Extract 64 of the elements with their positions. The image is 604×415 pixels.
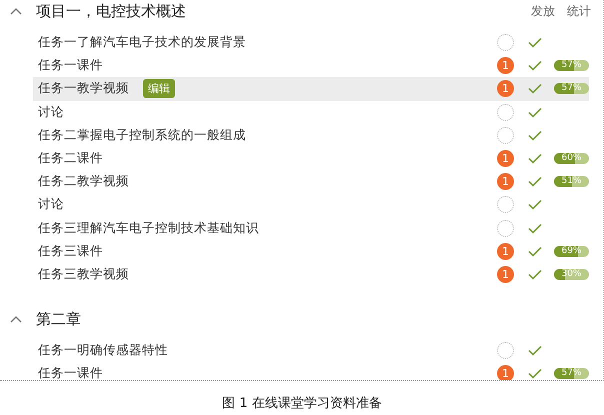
- list-row[interactable]: 讨论: [33, 100, 589, 124]
- count-badge: 1: [497, 173, 514, 190]
- check-icon[interactable]: [528, 199, 542, 210]
- progress-pill: 57%: [554, 83, 589, 94]
- count-badge: 1: [497, 266, 514, 283]
- count-badge: 1: [497, 57, 514, 74]
- item-title: 任务一课件: [38, 57, 103, 74]
- chevron-icon[interactable]: [10, 7, 22, 15]
- item-title: 任务三教学视频: [38, 266, 129, 283]
- list-row[interactable]: 讨论: [33, 193, 589, 216]
- count-badge: 1: [497, 365, 514, 380]
- list-row[interactable]: 任务一了解汽车电子技术的发展背景: [33, 31, 589, 54]
- list-row[interactable]: 任务二课件 1 60%: [33, 146, 589, 170]
- item-title: 任务二掌握电子控制系统的一般组成: [38, 126, 246, 144]
- check-icon[interactable]: [528, 130, 542, 141]
- chapter-title: 项目一，电控技术概述: [36, 2, 186, 20]
- item-title: 讨论: [38, 196, 64, 214]
- check-icon[interactable]: [528, 153, 542, 164]
- list-row[interactable]: 任务三课件 1 69%: [33, 240, 589, 263]
- count-badge: 1: [497, 242, 514, 260]
- chapter-title: 第二章: [36, 310, 81, 329]
- empty-circle-icon: [497, 342, 514, 360]
- progress-pill: 69%: [554, 246, 589, 257]
- progress-pill: 51%: [554, 176, 589, 188]
- list-row[interactable]: 任务二教学视频 1 51%: [33, 170, 589, 194]
- item-title: 任务一教学视频: [38, 80, 129, 98]
- check-icon[interactable]: [528, 268, 542, 280]
- progress-pill: 57%: [554, 60, 589, 72]
- empty-circle-icon: [497, 104, 514, 121]
- list-row[interactable]: 任务三理解汽车电子控制技术基础知识: [33, 216, 589, 240]
- empty-circle-icon: [497, 34, 514, 52]
- check-icon[interactable]: [528, 345, 542, 356]
- empty-circle-icon: [497, 126, 514, 144]
- check-icon[interactable]: [528, 246, 542, 257]
- list-row[interactable]: 任务二掌握电子控制系统的一般组成: [33, 124, 589, 147]
- count-badge: 1: [497, 150, 514, 168]
- check-icon[interactable]: [528, 37, 542, 48]
- list-row[interactable]: 任务一课件 1 57%: [33, 362, 589, 380]
- list-row[interactable]: 任务一明确传感器特性: [33, 339, 589, 362]
- item-title: 任务一了解汽车电子技术的发展背景: [38, 34, 246, 52]
- item-title: 任务三课件: [38, 242, 103, 260]
- item-title: 任务三理解汽车电子控制技术基础知识: [38, 220, 259, 237]
- empty-circle-icon: [497, 220, 514, 237]
- check-icon[interactable]: [528, 368, 542, 380]
- item-title: 任务一课件: [38, 365, 103, 380]
- check-icon[interactable]: [528, 60, 542, 72]
- empty-circle-icon: [497, 196, 514, 214]
- progress-pill: 57%: [554, 368, 589, 380]
- check-icon[interactable]: [528, 106, 542, 118]
- check-icon[interactable]: [528, 176, 542, 188]
- column-header: 统计: [566, 2, 592, 20]
- selected-row[interactable]: 任务一教学视频 编辑 1 57%: [33, 77, 589, 101]
- progress-pill: 60%: [554, 153, 589, 164]
- chevron-icon[interactable]: [10, 315, 22, 324]
- check-icon[interactable]: [528, 83, 542, 94]
- item-title: 任务二课件: [38, 150, 103, 168]
- figure-caption: 图 1 在线课堂学习资料准备: [221, 395, 383, 412]
- list-row[interactable]: 任务一课件 1 57%: [33, 54, 589, 78]
- count-badge: 1: [497, 80, 514, 98]
- check-icon[interactable]: [528, 222, 542, 234]
- item-title: 任务二教学视频: [38, 173, 129, 190]
- column-header: 发放: [530, 2, 556, 20]
- item-title: 任务一明确传感器特性: [38, 342, 168, 360]
- item-title: 讨论: [38, 104, 64, 121]
